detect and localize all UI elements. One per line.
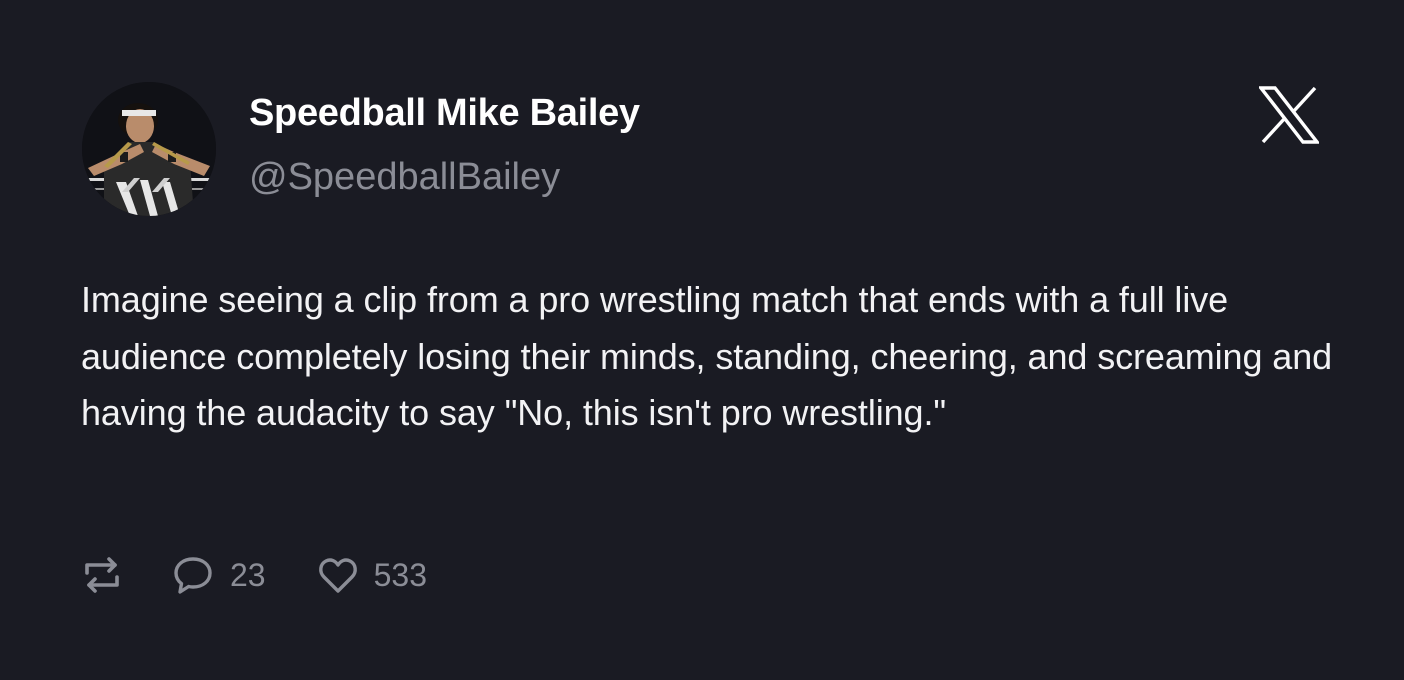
author-name[interactable]: Speedball Mike Bailey — [249, 92, 640, 135]
x-logo-icon[interactable] — [1257, 86, 1321, 144]
retweet-icon — [82, 555, 122, 595]
reply-count: 23 — [230, 556, 266, 593]
tweet-actions: 23 533 — [82, 552, 427, 598]
heart-icon — [318, 556, 358, 594]
reply-button[interactable]: 23 — [172, 555, 266, 595]
like-button[interactable]: 533 — [318, 556, 427, 594]
tweet-card: Speedball Mike Bailey @SpeedballBailey I… — [0, 0, 1404, 680]
tweet-text: Imagine seeing a clip from a pro wrestli… — [81, 279, 1333, 433]
reply-icon — [172, 555, 214, 595]
retweet-button[interactable] — [82, 555, 122, 595]
avatar[interactable] — [82, 82, 216, 216]
author-handle[interactable]: @SpeedballBailey — [249, 156, 560, 199]
avatar-image — [82, 82, 216, 216]
like-count: 533 — [373, 556, 427, 593]
